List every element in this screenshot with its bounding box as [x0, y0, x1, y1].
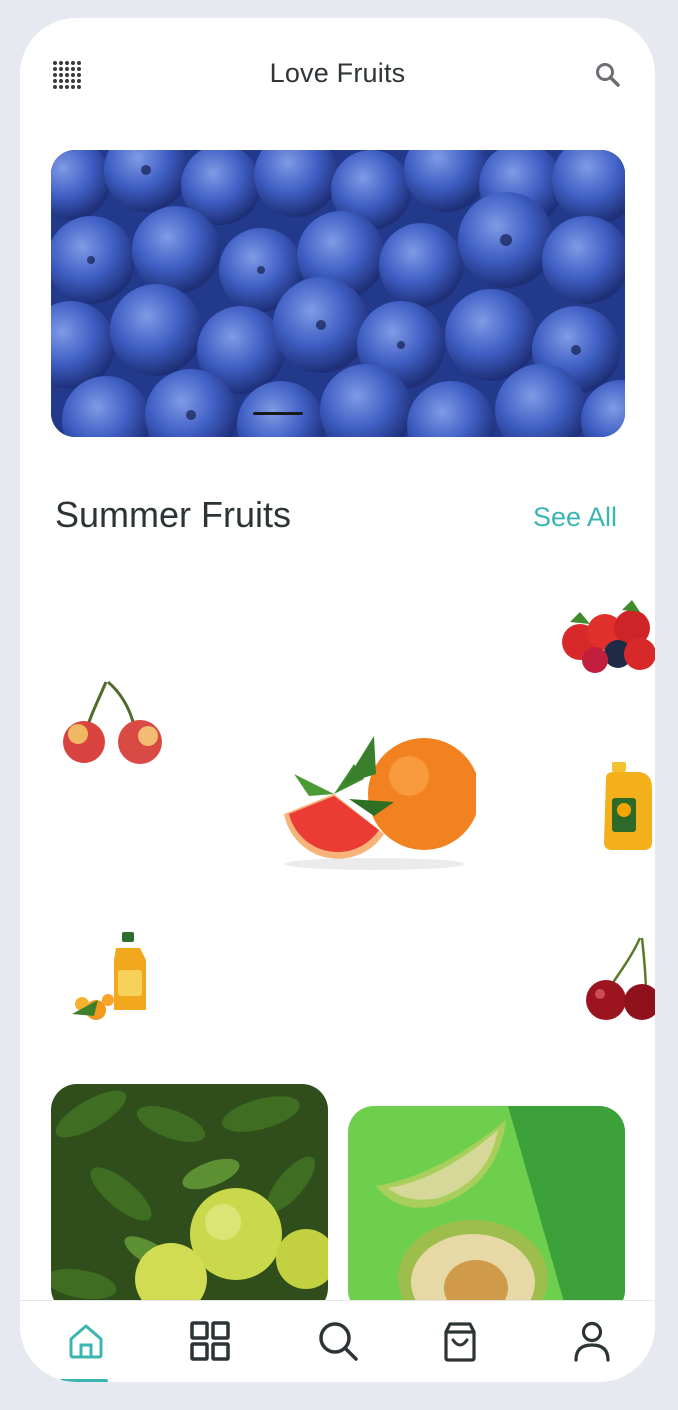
grapefruit-and-orange-image[interactable] — [264, 724, 476, 872]
section-title: Summer Fruits — [55, 494, 292, 535]
orange-juice-with-citrus-image[interactable] — [68, 930, 158, 1022]
see-all-link[interactable]: See All — [533, 502, 617, 533]
strawberries-and-berries-image[interactable] — [560, 592, 655, 678]
grid-icon[interactable] — [188, 1319, 232, 1363]
user-icon[interactable] — [570, 1319, 614, 1363]
hero-banner[interactable] — [51, 150, 625, 437]
melon-slices-photo — [348, 1106, 625, 1316]
red-cherries-image[interactable] — [580, 934, 655, 1022]
page-title: Love Fruits — [269, 58, 406, 88]
product-card-grapefruit[interactable] — [51, 1084, 328, 1314]
active-tab-indicator — [60, 1379, 108, 1382]
grapefruit-tree-photo — [51, 1084, 328, 1314]
blueberries-photo — [51, 150, 625, 437]
home-icon[interactable] — [64, 1319, 108, 1363]
search-icon[interactable] — [594, 61, 622, 89]
phone-screen: Love Fruits Summer Fruits See All — [20, 18, 655, 1382]
bottom-navigation — [20, 1300, 655, 1382]
app-header: Love Fruits — [20, 18, 655, 128]
product-card-melon[interactable] — [348, 1106, 625, 1316]
search-nav-icon[interactable] — [316, 1319, 360, 1363]
orange-juice-bottle-image[interactable] — [600, 760, 655, 852]
shopping-bag-icon[interactable] — [438, 1319, 482, 1363]
carousel-indicator — [253, 412, 303, 415]
cherries-image[interactable] — [58, 676, 168, 764]
